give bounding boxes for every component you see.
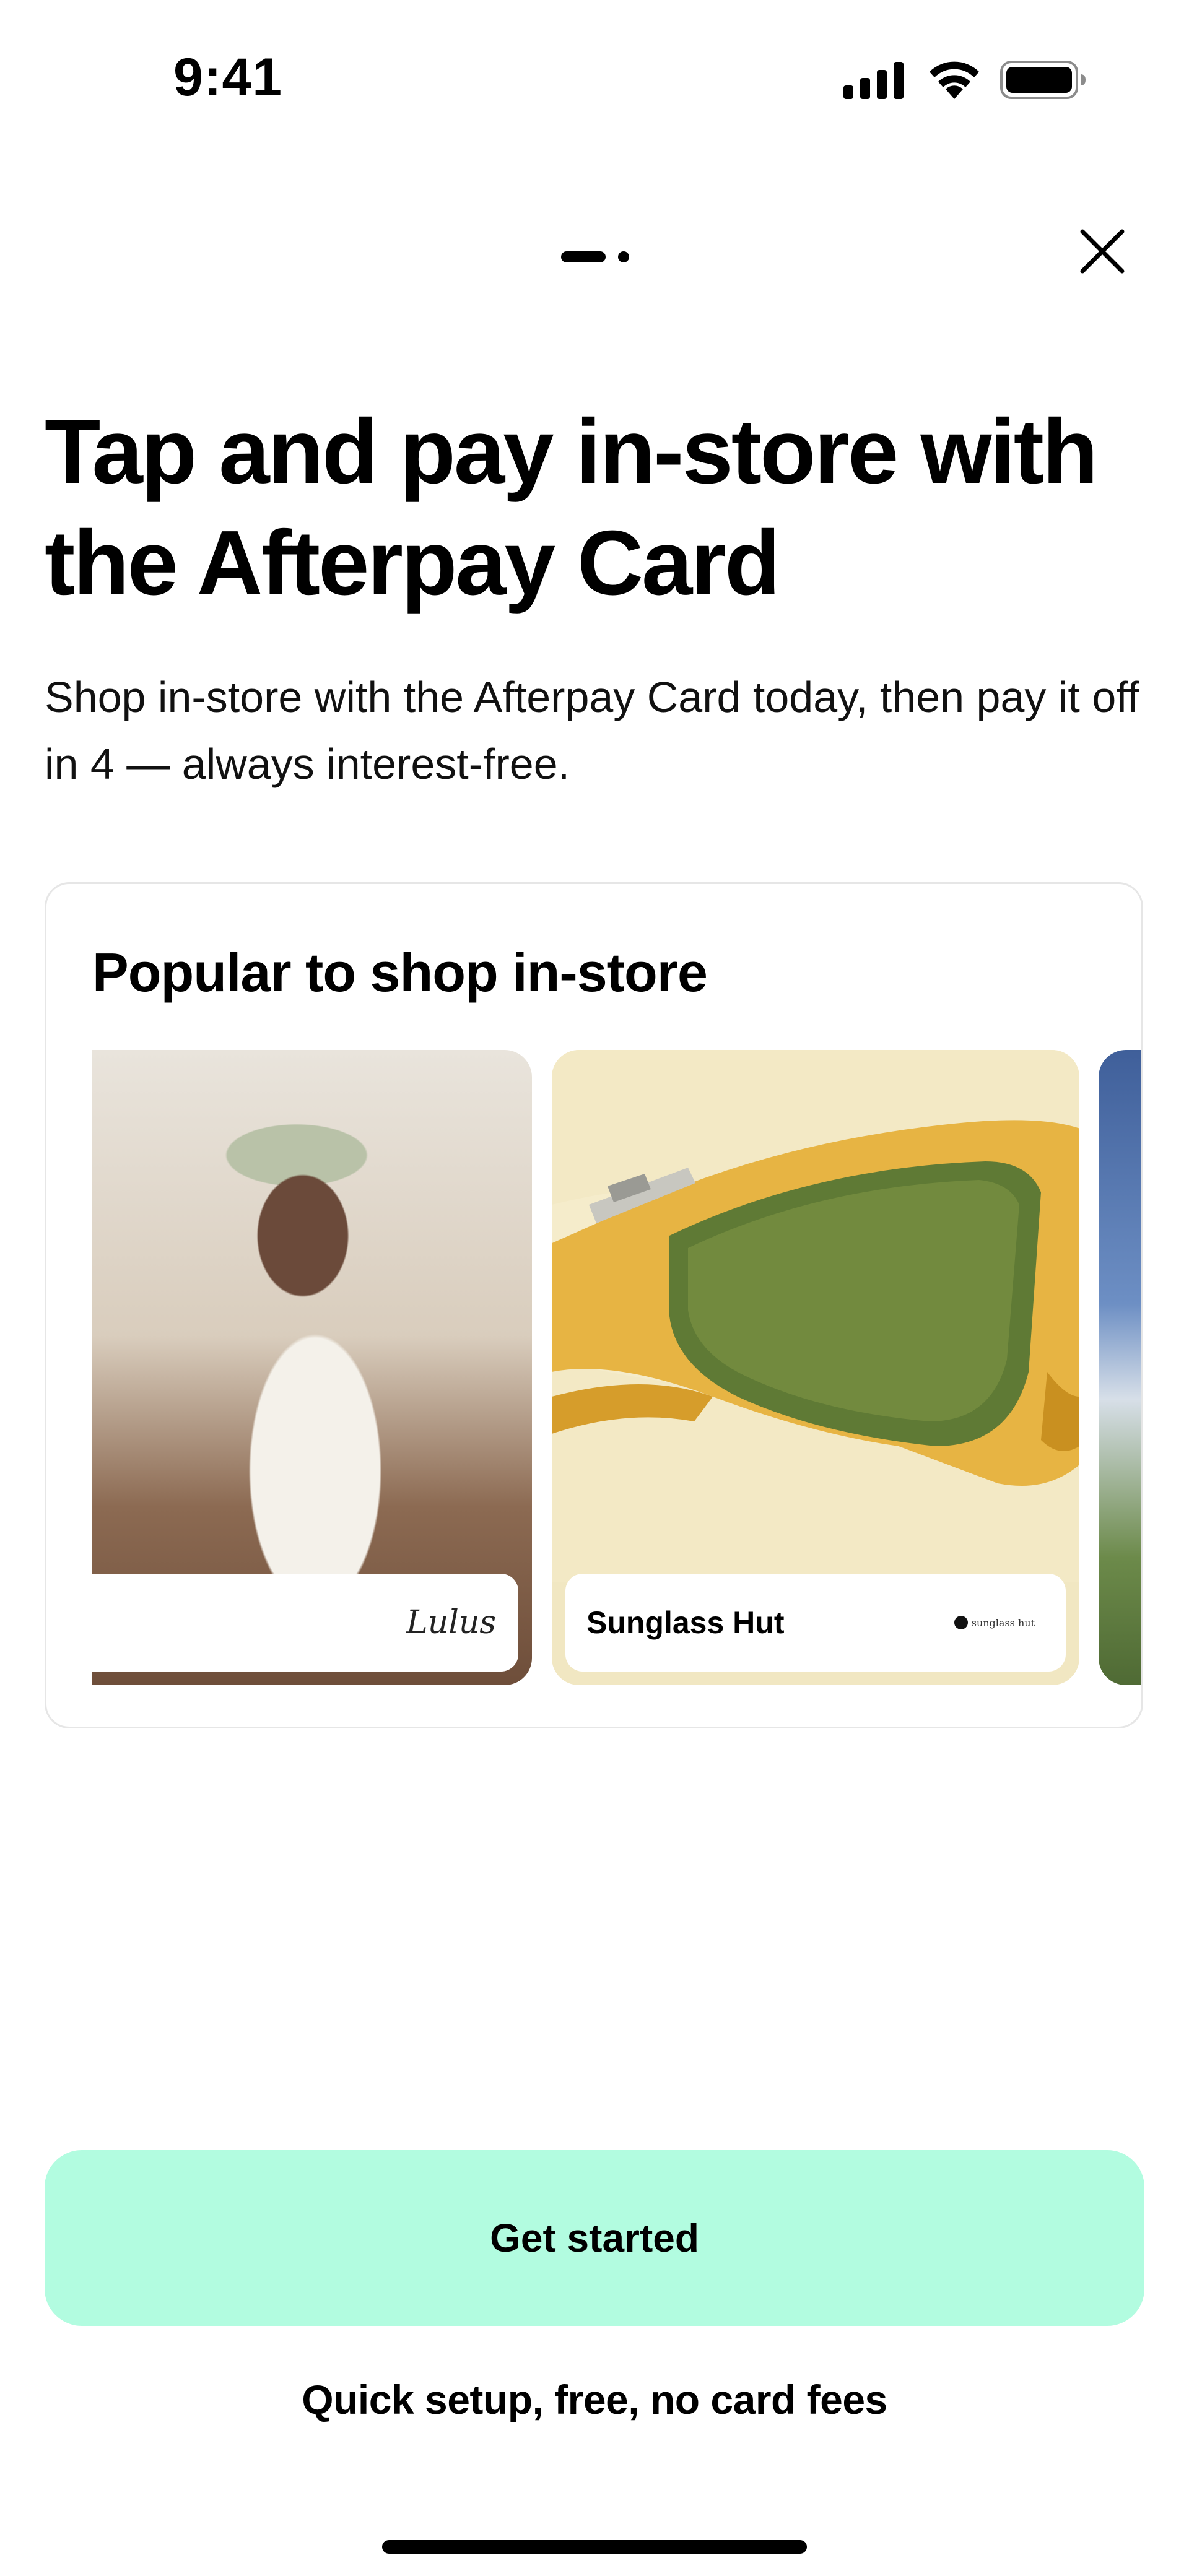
home-indicator[interactable] — [382, 2540, 807, 2554]
progress-step-active — [561, 251, 606, 262]
get-started-button[interactable]: Get started — [45, 2150, 1144, 2326]
stores-carousel[interactable]: us Lulus Sunglass Hut sunglass hut — [92, 1050, 1141, 1688]
progress-indicator — [561, 250, 629, 264]
lulus-logo: Lulus — [406, 1604, 496, 1641]
status-time: 9:41 — [173, 48, 283, 107]
store-label: Sunglass Hut sunglass hut — [565, 1574, 1066, 1672]
sunglass-hut-logo-dot — [954, 1616, 968, 1629]
wifi-icon — [930, 61, 979, 99]
cta-note: Quick setup, free, no card fees — [302, 2377, 887, 2422]
store-tile-lulus[interactable]: us Lulus — [92, 1050, 532, 1685]
popular-stores-card: Popular to shop in-store us Lulus Sungla — [45, 882, 1143, 1728]
battery-icon — [1000, 61, 1086, 99]
store-name: Sunglass Hut — [586, 1605, 785, 1640]
popular-stores-title: Popular to shop in-store — [92, 942, 708, 1003]
store-tile-next[interactable] — [1099, 1050, 1141, 1685]
cellular-signal-icon — [843, 62, 904, 99]
page-description: Shop in-store with the Afterpay Card tod… — [45, 673, 1139, 788]
store-label: us Lulus — [92, 1574, 518, 1672]
close-icon[interactable] — [1078, 227, 1127, 276]
store-tile-sunglass-hut[interactable]: Sunglass Hut sunglass hut — [552, 1050, 1079, 1685]
progress-step-inactive — [618, 251, 629, 262]
sunglasses-image — [552, 1050, 1079, 1582]
sunglass-hut-logo: sunglass hut — [954, 1616, 1035, 1629]
sunglass-hut-logo-text: sunglass hut — [971, 1616, 1035, 1629]
page-title: Tap and pay in-store with the Afterpay C… — [45, 401, 1098, 614]
